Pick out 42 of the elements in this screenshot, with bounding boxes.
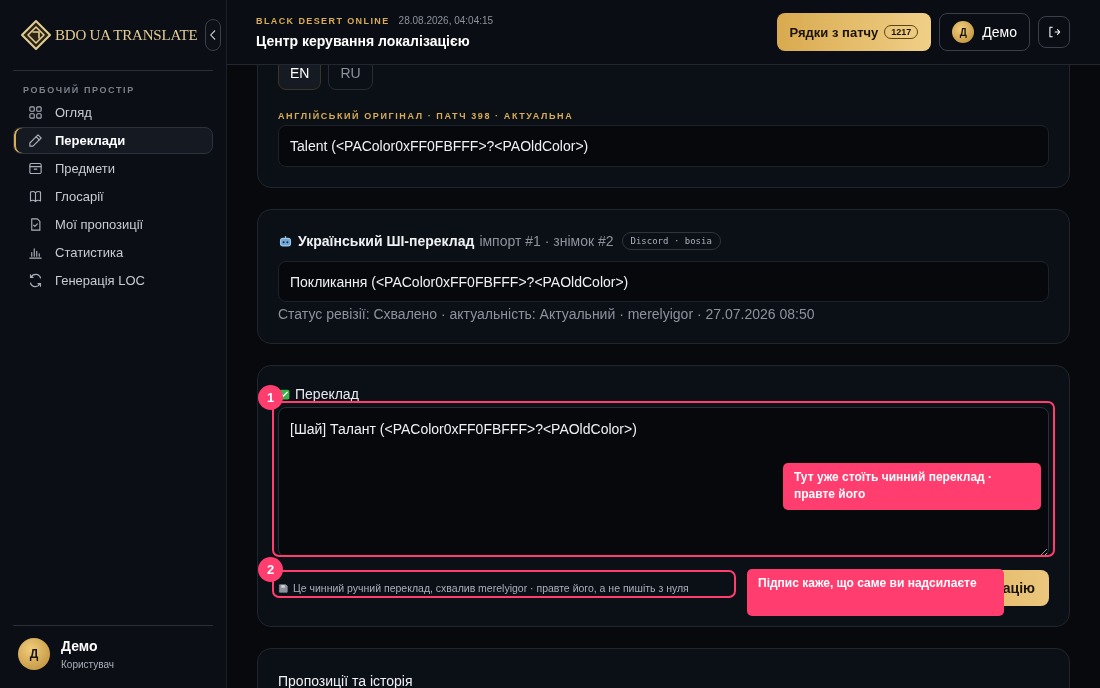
grid-icon [28, 105, 43, 120]
user-name: Демо [61, 638, 99, 654]
sidebar-nav-item[interactable]: Глосарії [13, 183, 213, 210]
logout-icon [1047, 25, 1061, 39]
refresh-icon [28, 273, 43, 288]
logout-button[interactable] [1038, 16, 1070, 48]
sidebar-nav-item[interactable]: Переклади [13, 127, 213, 154]
translation-label: Переклад [295, 386, 359, 402]
caption-text: Це чинний ручний переклад, схвалив merelyigor · правте його, а не пишіть з нуля [293, 582, 689, 594]
timestamp: 28.08.2026, 04:04:15 [398, 15, 494, 26]
user-avatar: Д [18, 638, 50, 670]
sidebar-nav-item[interactable]: Предмети [13, 155, 213, 182]
ai-translation-field: Покликання (<PAColor0xFF0FBFFF>?<PAOldColor>) [278, 261, 1049, 302]
ai-translation-title: Український ШІ-переклад [298, 233, 475, 249]
app-eyebrow: BLACK DESERT ONLINE [256, 16, 390, 26]
source-label: АНГЛІЙСЬКИЙ ОРИГІНАЛ · ПАТЧ 398 · АКТУАЛЬНА [278, 111, 575, 121]
sidebar-nav-item[interactable]: Статистика [13, 239, 213, 266]
tour-tooltip: Тут уже стоїть чинний переклад · правте його [783, 463, 1041, 510]
tour-tooltip: Підпис каже, що саме ви надсилаєте [747, 569, 1004, 616]
user-menu-button[interactable]: Д Демо [939, 13, 1030, 51]
sidebar-nav-item[interactable]: Мої пропозиції [13, 211, 213, 238]
sidebar-nav-item[interactable]: Генерація LOC [13, 267, 213, 294]
import-meta: імпорт #1 · знімок #2 [479, 233, 614, 249]
revision-status: Статус ревізії: Схвалено · актуальність: Актуальний · merelyigor · 27.07.2026 08:50 [278, 306, 816, 322]
history-title: Пропозиції та історія [278, 673, 414, 688]
section-label: РОБОЧИЙ ПРОСТІР [22, 83, 136, 97]
logo-emblem-icon [20, 19, 52, 51]
patch-lines-button[interactable]: Рядки з патчу 1217 [776, 13, 932, 51]
language-tab[interactable]: EN [278, 65, 322, 90]
user-role: Користувач [61, 659, 114, 670]
pencil-icon [28, 133, 43, 148]
document-check-icon [28, 217, 43, 232]
book-icon [28, 189, 43, 204]
archive-icon [28, 161, 43, 176]
robot-icon [278, 233, 293, 249]
logo-text: BDO UA TRANSLATE [55, 26, 198, 44]
collapse-sidebar-button[interactable] [205, 19, 222, 51]
user-avatar: Д [952, 21, 975, 43]
page-title: Центр керування локалізацією [256, 33, 471, 49]
sidebar-nav-item[interactable]: Огляд [13, 99, 213, 126]
bar-chart-icon [28, 245, 43, 260]
language-tab[interactable]: RU [328, 65, 373, 90]
